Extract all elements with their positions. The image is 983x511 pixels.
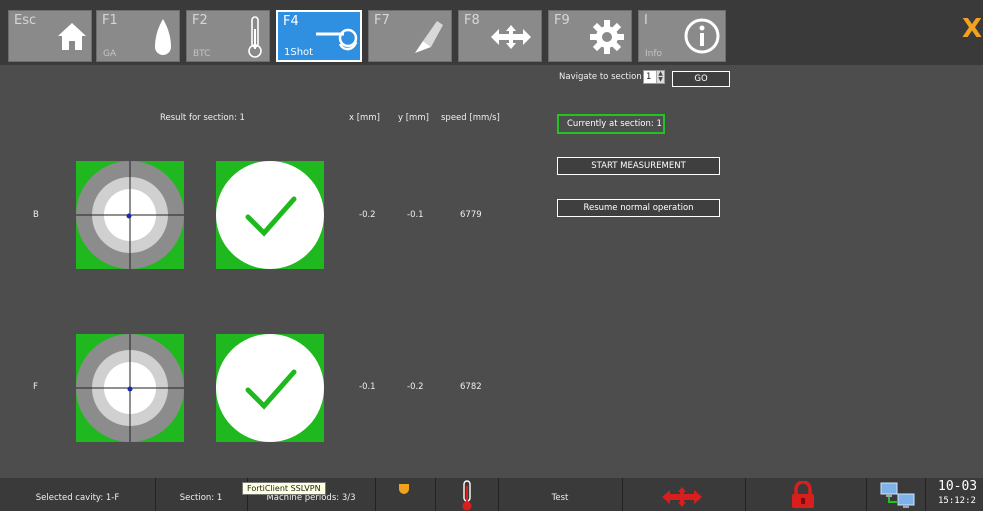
ok-indicator-f	[216, 334, 324, 442]
f4-1shot-button[interactable]: F4 1Shot	[276, 10, 362, 62]
drop-icon	[153, 17, 173, 61]
vpn-tooltip: FortiClient SSLVPN	[242, 482, 326, 495]
value-y-b: -0.1	[407, 210, 424, 220]
function-toolbar: Esc F1 GA F2 BTC F4 1Shot F7 F8 F9 I Inf…	[0, 0, 983, 65]
clock: 10-03 15:12:2	[938, 480, 977, 508]
row-label-f: F	[33, 382, 38, 392]
spinner-arrows-icon[interactable]: ▲ ▼	[656, 71, 664, 83]
resume-operation-button[interactable]: Resume normal operation	[557, 199, 720, 217]
ok-indicator-b	[216, 161, 324, 269]
probe-icon	[314, 24, 360, 58]
f1-button[interactable]: F1 GA	[96, 10, 180, 62]
value-y-f: -0.2	[407, 382, 424, 392]
value-x-f: -0.1	[359, 382, 376, 392]
value-x-b: -0.2	[359, 210, 376, 220]
info-icon	[683, 17, 721, 59]
f9-button[interactable]: F9	[548, 10, 632, 62]
current-section-indicator: Currently at section: 1	[557, 114, 665, 134]
temperature-icon[interactable]	[458, 480, 476, 511]
value-speed-b: 6779	[460, 210, 482, 220]
measurement-point-f	[127, 386, 133, 392]
col-speed-header: speed [mm/s]	[441, 113, 500, 123]
checkmark-icon	[216, 161, 324, 269]
arrows-icon	[489, 23, 533, 55]
info-button[interactable]: I Info	[638, 10, 726, 62]
home-icon	[55, 19, 89, 57]
target-plot-b	[76, 161, 184, 269]
value-speed-f: 6782	[460, 382, 482, 392]
lock-icon[interactable]	[790, 480, 816, 511]
checkmark-icon	[216, 334, 324, 442]
f8-button[interactable]: F8	[458, 10, 542, 62]
shield-indicator-icon	[398, 480, 410, 499]
f2-button[interactable]: F2 BTC	[186, 10, 270, 62]
col-x-header: x [mm]	[349, 113, 380, 123]
row-label-b: B	[33, 210, 39, 220]
measurement-point-b	[126, 213, 132, 219]
esc-button[interactable]: Esc	[8, 10, 92, 62]
section-select[interactable]: 1 ▲ ▼	[643, 70, 665, 84]
close-button[interactable]: X	[962, 14, 982, 44]
col-y-header: y [mm]	[398, 113, 429, 123]
status-bar: Selected cavity: 1-F Section: 1 Machine …	[0, 478, 983, 511]
app-window: Esc F1 GA F2 BTC F4 1Shot F7 F8 F9 I Inf…	[0, 0, 983, 511]
target-plot-f	[76, 334, 184, 442]
clock-time: 15:12:2	[938, 496, 976, 506]
clock-date: 10-03	[938, 479, 978, 494]
thermometer-icon	[247, 15, 263, 63]
section-status: Section: 1	[179, 493, 223, 503]
network-icon[interactable]	[880, 482, 916, 511]
go-button[interactable]: GO	[672, 71, 730, 87]
gear-icon	[589, 19, 625, 59]
brush-icon	[409, 17, 445, 61]
axis-move-icon[interactable]	[660, 486, 704, 511]
selected-cavity: Selected cavity: 1-F	[35, 493, 120, 503]
f7-button[interactable]: F7	[368, 10, 452, 62]
navigate-label: Navigate to section	[559, 72, 642, 82]
results-title: Result for section: 1	[160, 113, 245, 123]
start-measurement-button[interactable]: START MEASUREMENT	[557, 157, 720, 175]
mode-status: Test	[551, 493, 569, 503]
